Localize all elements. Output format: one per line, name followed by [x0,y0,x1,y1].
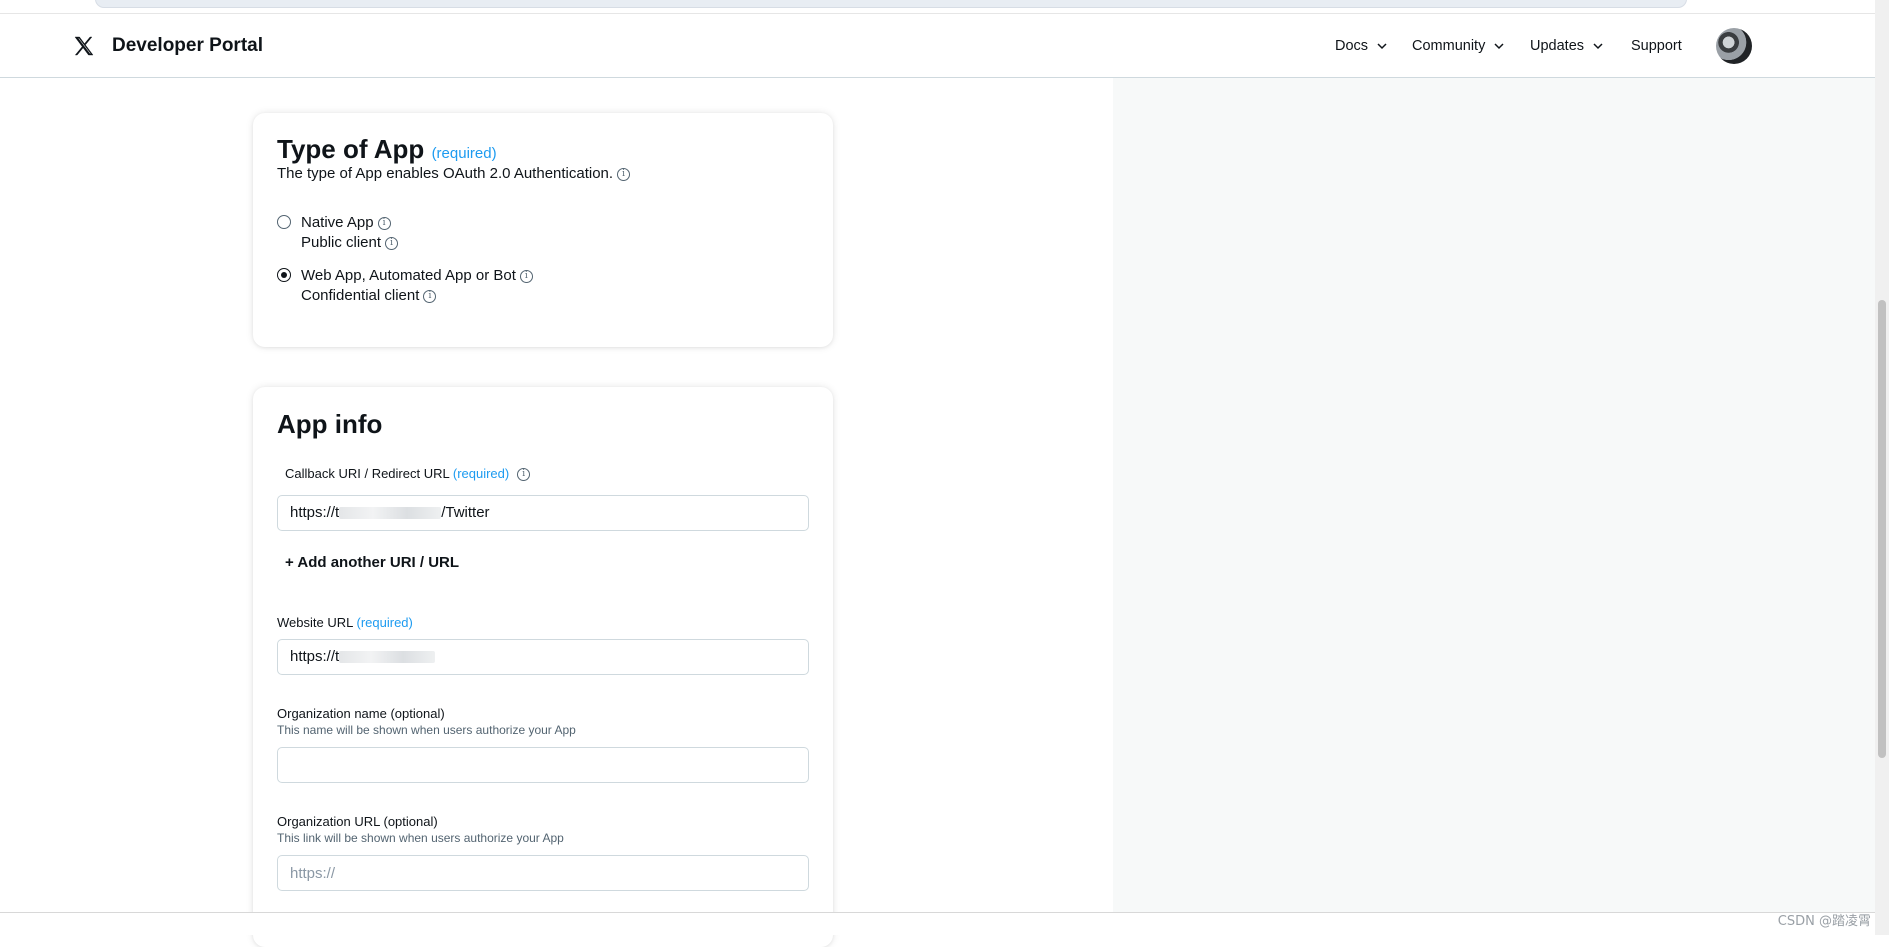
bottom-bar [0,913,1875,935]
native-app-label: Native App [301,214,374,231]
required-tag: (required) [356,615,413,630]
scrollbar-thumb[interactable] [1878,300,1886,758]
website-label-text: Website URL [277,615,353,630]
public-client-label: Public client [301,234,382,251]
org-url-label-text: Organization URL [277,814,380,829]
nav-community-label: Community [1412,38,1486,54]
web-app-sub: Confidential client i [301,287,437,304]
info-icon[interactable]: i [377,216,391,230]
app-info-card: App info Callback URI / Redirect URL (re… [253,387,833,947]
watermark: CSDN @踏凌霄 [1777,914,1871,929]
nav-updates-label: Updates [1530,38,1585,54]
optional-tag: (optional) [390,706,445,721]
info-icon[interactable]: i [519,269,533,283]
chevron-down-icon [1593,43,1603,50]
chevron-down-icon [1494,43,1504,50]
info-icon[interactable]: i [385,236,399,250]
org-url-input[interactable] [277,855,809,891]
x-logo-icon[interactable] [72,34,96,58]
org-name-input[interactable] [277,747,809,783]
org-url-hint: This link will be shown when users autho… [277,831,564,845]
nav-docs[interactable]: Docs [1335,38,1388,54]
website-value-prefix: https://t [290,648,340,665]
side-panel [1113,78,1875,912]
app-info-title: App info [277,409,383,439]
type-of-app-heading: Type of App [277,134,425,164]
info-icon[interactable]: i [517,468,531,482]
web-app-option[interactable]: Web App, Automated App or Bot i [301,267,533,284]
browser-address-bar[interactable] [95,0,1687,8]
info-icon[interactable]: i [617,167,631,181]
callback-label-text: Callback URI / Redirect URL [285,466,450,481]
confidential-client-label: Confidential client [301,287,420,304]
brand-title[interactable]: Developer Portal [112,35,263,57]
callback-label: Callback URI / Redirect URL (required) i [285,466,531,482]
native-app-radio[interactable] [277,215,291,229]
add-another-uri-button[interactable]: + Add another URI / URL [285,554,459,571]
org-name-label-text: Organization name [277,706,387,721]
type-of-app-title: Type of App (required) [277,134,497,165]
chevron-down-icon [1377,43,1387,50]
website-url-input[interactable]: https://t [277,639,809,675]
website-label: Website URL (required) [277,615,413,630]
site-header: Developer Portal Docs Community Updates … [0,14,1875,78]
org-name-label: Organization name (optional) [277,706,445,721]
org-name-hint: This name will be shown when users autho… [277,723,576,737]
optional-tag: (optional) [383,814,438,829]
native-app-option[interactable]: Native App i [301,214,391,231]
org-url-label: Organization URL (optional) [277,814,438,829]
avatar[interactable] [1716,28,1752,64]
nav-docs-label: Docs [1335,38,1369,54]
description-text: The type of App enables OAuth 2.0 Authen… [277,165,614,182]
callback-value-prefix: https://t [290,504,340,521]
required-tag: (required) [452,466,510,481]
type-of-app-card: Type of App (required) The type of App e… [253,113,833,347]
web-app-radio[interactable] [277,268,291,282]
callback-url-input[interactable]: https://t/Twitter [277,495,809,531]
nav-support[interactable]: Support [1631,38,1682,54]
required-tag: (required) [431,145,497,162]
browser-top-strip [0,0,1875,14]
callback-value-suffix: /Twitter [441,504,490,521]
type-of-app-description: The type of App enables OAuth 2.0 Authen… [277,165,631,182]
web-app-label: Web App, Automated App or Bot [301,267,516,284]
nav-updates[interactable]: Updates [1530,38,1604,54]
nav-community[interactable]: Community [1412,38,1505,54]
nav-support-label: Support [1631,38,1682,54]
redacted-text [339,507,442,520]
redacted-text [339,651,436,664]
native-app-sub: Public client i [301,234,399,251]
info-icon[interactable]: i [423,289,437,303]
